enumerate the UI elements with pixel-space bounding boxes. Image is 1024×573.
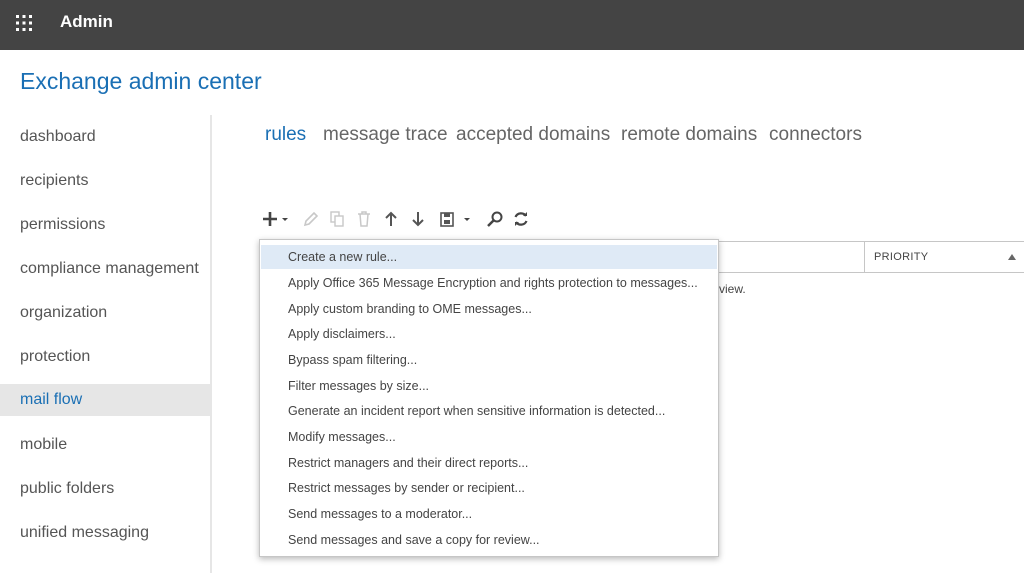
topbar-title: Admin bbox=[60, 12, 113, 31]
sidebar-item-unified-messaging[interactable]: unified messaging bbox=[0, 517, 211, 549]
sidebar-item-protection[interactable]: protection bbox=[0, 341, 211, 373]
sidebar-item-organization[interactable]: organization bbox=[0, 297, 211, 329]
menu-item-restrict-sender-recipient[interactable]: Restrict messages by sender or recipient… bbox=[261, 476, 717, 500]
sidebar-item-dashboard[interactable]: dashboard bbox=[0, 121, 211, 153]
save-dropdown-button[interactable] bbox=[438, 208, 476, 230]
rules-toolbar bbox=[260, 208, 540, 230]
move-up-button[interactable] bbox=[380, 208, 402, 230]
edit-pencil-icon bbox=[302, 210, 320, 228]
menu-item-apply-ome-encryption[interactable]: Apply Office 365 Message Encryption and … bbox=[261, 271, 717, 295]
menu-item-apply-ome-branding[interactable]: Apply custom branding to OME messages... bbox=[261, 297, 717, 321]
menu-item-modify-messages[interactable]: Modify messages... bbox=[261, 425, 717, 449]
sidebar-item-mail-flow[interactable]: mail flow bbox=[0, 384, 211, 416]
sidebar-item-permissions[interactable]: permissions bbox=[0, 209, 211, 241]
search-icon bbox=[486, 210, 504, 228]
arrow-down-icon bbox=[409, 210, 427, 228]
sidebar-item-public-folders[interactable]: public folders bbox=[0, 473, 211, 505]
edit-button[interactable] bbox=[300, 208, 322, 230]
sidebar-item-compliance-management[interactable]: compliance management bbox=[0, 253, 211, 285]
menu-item-send-to-moderator[interactable]: Send messages to a moderator... bbox=[261, 502, 717, 526]
delete-button[interactable] bbox=[353, 208, 375, 230]
tab-remote-domains[interactable]: remote domains bbox=[621, 124, 757, 146]
sort-ascending-icon[interactable] bbox=[1008, 254, 1016, 260]
tab-accepted-domains[interactable]: accepted domains bbox=[456, 124, 610, 146]
priority-column-header[interactable]: PRIORITY bbox=[874, 251, 928, 263]
top-bar: Admin bbox=[0, 0, 1024, 50]
copy-icon bbox=[328, 210, 346, 228]
delete-icon bbox=[355, 210, 373, 228]
menu-item-filter-by-size[interactable]: Filter messages by size... bbox=[261, 374, 717, 398]
save-icon bbox=[439, 210, 475, 228]
sidebar-item-mobile[interactable]: mobile bbox=[0, 429, 211, 461]
menu-item-bypass-spam-filtering[interactable]: Bypass spam filtering... bbox=[261, 348, 717, 372]
refresh-button[interactable] bbox=[510, 208, 532, 230]
tab-message-trace[interactable]: message trace bbox=[323, 124, 448, 146]
app-launcher-icon[interactable] bbox=[15, 14, 33, 32]
sidebar-item-recipients[interactable]: recipients bbox=[0, 165, 211, 197]
menu-item-create-new-rule[interactable]: Create a new rule... bbox=[261, 245, 717, 269]
tab-rules[interactable]: rules bbox=[265, 124, 306, 146]
menu-item-incident-report[interactable]: Generate an incident report when sensiti… bbox=[261, 399, 717, 423]
refresh-icon bbox=[512, 210, 530, 228]
new-rule-button[interactable] bbox=[260, 208, 292, 230]
plus-icon bbox=[261, 210, 291, 228]
search-button[interactable] bbox=[484, 208, 506, 230]
new-rule-dropdown-menu: Create a new rule... Apply Office 365 Me… bbox=[259, 239, 719, 557]
page-title: Exchange admin center bbox=[20, 68, 262, 94]
menu-item-apply-disclaimers[interactable]: Apply disclaimers... bbox=[261, 322, 717, 346]
tab-connectors[interactable]: connectors bbox=[769, 124, 862, 146]
rules-grid-header: PRIORITY bbox=[718, 241, 1024, 273]
move-down-button[interactable] bbox=[407, 208, 429, 230]
menu-item-restrict-managers[interactable]: Restrict managers and their direct repor… bbox=[261, 451, 717, 475]
grid-empty-message: view. bbox=[719, 282, 746, 296]
column-separator bbox=[864, 242, 865, 273]
arrow-up-icon bbox=[382, 210, 400, 228]
sidebar-nav: dashboard recipients permissions complia… bbox=[0, 115, 212, 573]
copy-button[interactable] bbox=[326, 208, 348, 230]
menu-item-send-and-save-copy[interactable]: Send messages and save a copy for review… bbox=[261, 528, 717, 552]
